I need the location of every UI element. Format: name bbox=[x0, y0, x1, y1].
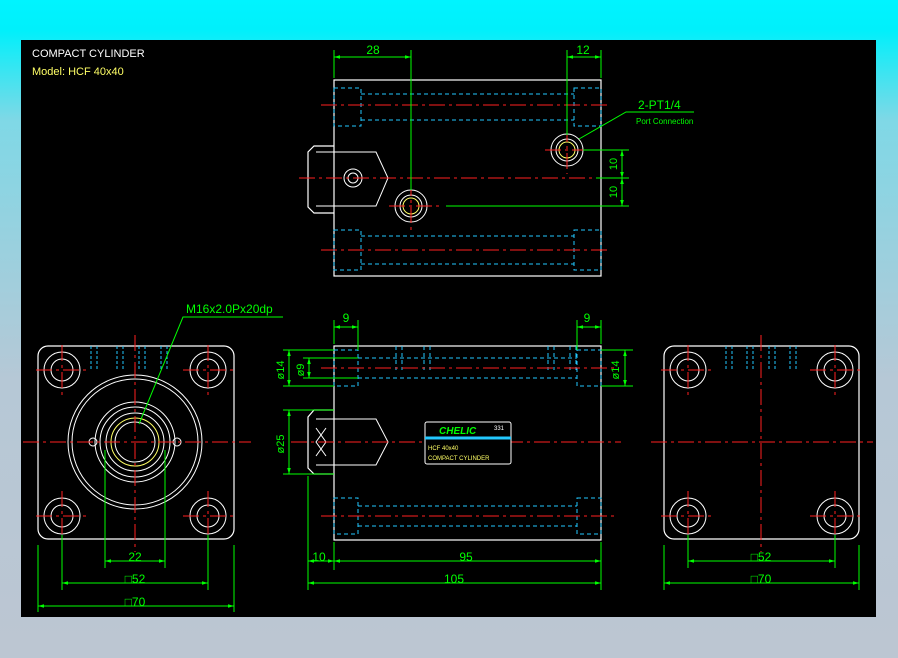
side-view: CHELIC 331 HCF 40x40 COMPACT CYLINDER 9 … bbox=[275, 311, 633, 590]
front-view: M16x2.0Px20dp 22 □52 □70 bbox=[23, 302, 283, 612]
drawing-canvas: COMPACT CYLINDER Model: HCF 40x40 28 12 … bbox=[21, 40, 876, 617]
dim-105: 105 bbox=[444, 572, 464, 586]
dim-12: 12 bbox=[576, 43, 590, 57]
dim-phi9: ø9 bbox=[295, 364, 307, 377]
port-sublabel: Port Connection bbox=[636, 117, 693, 126]
dim-22: 22 bbox=[128, 550, 142, 564]
dim-phi25: ø25 bbox=[275, 435, 287, 454]
port-label: 2-PT1/4 bbox=[638, 98, 681, 112]
dim-9-left: 9 bbox=[343, 311, 350, 325]
dim-sq70-front: □70 bbox=[125, 595, 146, 609]
dim-10b: 10 bbox=[608, 186, 620, 198]
title-line-1: COMPACT CYLINDER bbox=[32, 48, 145, 60]
dim-sq52-rear: □52 bbox=[751, 550, 772, 564]
nameplate-code: 331 bbox=[494, 426, 505, 432]
top-view: 28 12 10 10 2-PT1/4 Port Connection bbox=[299, 43, 694, 277]
thread-label: M16x2.0Px20dp bbox=[186, 302, 273, 316]
rear-view: □52 □70 bbox=[651, 335, 873, 590]
dim-phi14-left: ø14 bbox=[275, 361, 287, 380]
cad-drawing: COMPACT CYLINDER Model: HCF 40x40 28 12 … bbox=[23, 43, 873, 612]
nameplate-model: HCF 40x40 bbox=[428, 446, 459, 452]
title-line-2: Model: HCF 40x40 bbox=[32, 66, 124, 78]
dim-10a: 10 bbox=[608, 158, 620, 170]
nameplate-desc: COMPACT CYLINDER bbox=[428, 456, 490, 462]
dim-10-side: 10 bbox=[312, 550, 326, 564]
dim-sq52-front: □52 bbox=[125, 572, 146, 586]
nameplate: CHELIC 331 HCF 40x40 COMPACT CYLINDER bbox=[424, 421, 512, 465]
nameplate-brand: CHELIC bbox=[439, 426, 477, 437]
dim-sq70-rear: □70 bbox=[751, 572, 772, 586]
dim-phi14-right: ø14 bbox=[610, 361, 622, 380]
dim-28: 28 bbox=[366, 43, 380, 57]
dim-95: 95 bbox=[459, 550, 473, 564]
dim-9-right: 9 bbox=[584, 311, 591, 325]
